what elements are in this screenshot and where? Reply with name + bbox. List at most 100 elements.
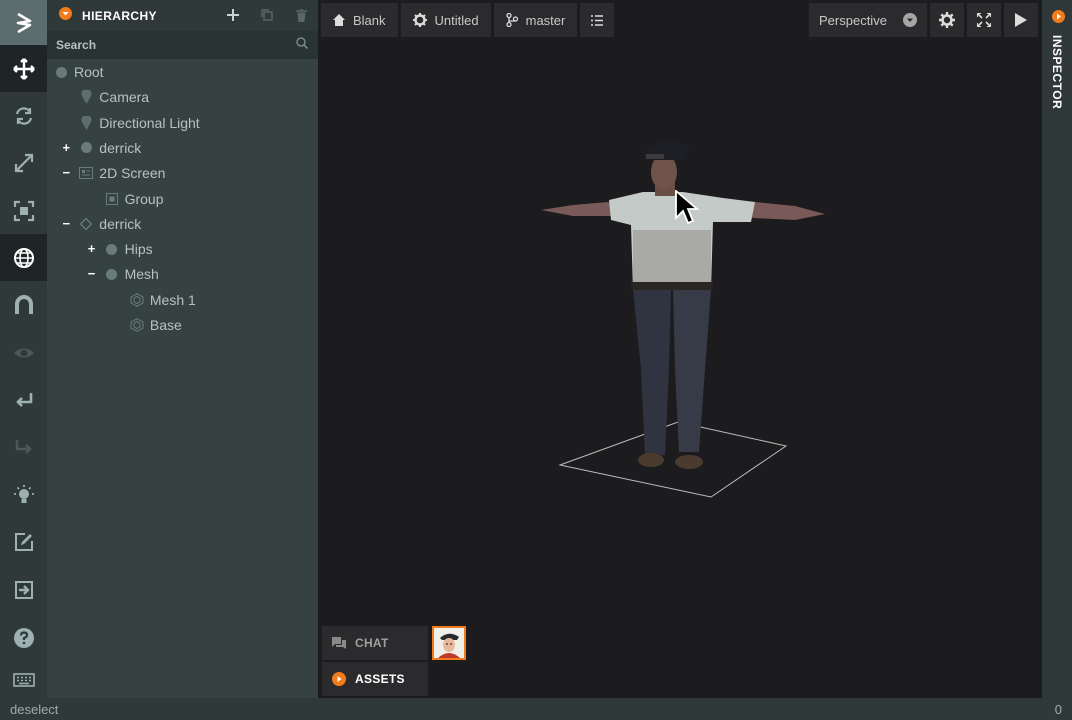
launch-button[interactable] — [1004, 3, 1038, 37]
group-icon-icon — [105, 192, 119, 206]
expand-icon[interactable]: + — [86, 242, 98, 255]
undo-icon[interactable] — [0, 376, 47, 423]
light-pin-icon — [79, 115, 93, 130]
tree-item-label: derrick — [99, 139, 142, 156]
tree-item[interactable]: Directional Light — [47, 111, 318, 136]
hierarchy-search — [47, 31, 318, 59]
search-icon[interactable] — [296, 36, 309, 54]
settings-icon — [939, 12, 955, 28]
right-arm — [743, 202, 825, 220]
scene-label: Untitled — [434, 12, 479, 28]
mouse-cursor-icon — [675, 190, 699, 225]
left-leg — [633, 290, 671, 455]
list-icon — [591, 14, 604, 26]
status-text: deselect — [10, 701, 59, 717]
tree-item[interactable]: − derrick — [47, 212, 318, 237]
tree-item-label: Mesh — [124, 266, 159, 283]
publish-icon[interactable] — [0, 566, 47, 613]
tree-item-label: Group — [124, 190, 164, 207]
add-entity-icon[interactable] — [216, 9, 250, 22]
project-button[interactable]: Blank — [321, 3, 398, 37]
tree-item-label: Root — [74, 64, 104, 80]
tree-item-label: Mesh 1 — [149, 291, 196, 308]
left-toolbar — [0, 0, 47, 698]
branch-label: master — [525, 12, 566, 28]
hierarchy-panel: HIERARCHY Root CameraDirectional Light + de… — [47, 0, 318, 698]
redo-icon[interactable] — [0, 423, 47, 470]
duplicate-entity-icon[interactable] — [250, 9, 284, 22]
tree-item[interactable]: − Mesh — [47, 262, 318, 287]
scene-list-button[interactable] — [580, 3, 615, 37]
tree-item-label: 2D Screen — [99, 165, 166, 182]
assets-tab[interactable]: ASSETS — [322, 662, 428, 696]
edit-icon[interactable] — [0, 518, 47, 565]
tree-item-label: Hips — [124, 241, 153, 258]
light-icon[interactable] — [0, 471, 47, 518]
camera-pin-icon — [79, 90, 93, 105]
rotate-icon[interactable] — [0, 92, 47, 139]
model-icon-icon — [79, 217, 93, 231]
mesh-icon-icon — [130, 292, 144, 307]
collapse-icon[interactable]: − — [60, 217, 72, 230]
camera-select[interactable]: Perspective — [809, 3, 927, 37]
tree-item[interactable]: Root — [47, 60, 318, 85]
character-model[interactable] — [533, 130, 833, 505]
entity-dot-icon — [79, 141, 93, 155]
hierarchy-title: HIERARCHY — [82, 8, 157, 23]
move-icon[interactable] — [0, 45, 47, 92]
entity-dot-icon — [105, 242, 119, 256]
hierarchy-header: HIERARCHY — [47, 0, 318, 31]
chat-icon — [332, 636, 346, 649]
chat-tab[interactable]: CHAT — [322, 626, 428, 660]
collapse-icon[interactable]: − — [60, 166, 72, 179]
branch-button[interactable]: master — [493, 3, 578, 37]
play-icon — [1015, 13, 1027, 27]
collapse-panel-icon[interactable] — [59, 6, 72, 25]
chevron-down-icon — [903, 13, 917, 27]
ground-plane — [558, 421, 788, 498]
magnet-icon[interactable] — [0, 281, 47, 328]
settings-button[interactable] — [930, 3, 964, 37]
assets-label: ASSETS — [355, 672, 405, 686]
delete-entity-icon[interactable] — [284, 9, 318, 22]
tree-item-label: Base — [149, 317, 182, 333]
editor-app: HIERARCHY Root CameraDirectional Light + de… — [0, 0, 1072, 720]
tree-item[interactable]: + derrick — [47, 136, 318, 161]
tree-item[interactable]: Mesh 1 — [47, 288, 318, 313]
screen-icon-icon — [79, 166, 94, 180]
viewport-3d[interactable]: Blank Untitled master Perspective CHAT A… — [318, 0, 1042, 698]
expand-arrow-icon — [332, 672, 346, 686]
search-input[interactable] — [56, 38, 296, 52]
tree-item[interactable]: Group — [47, 187, 318, 212]
mesh-icon-icon — [130, 318, 144, 332]
tree-item[interactable]: − 2D Screen — [47, 161, 318, 186]
tree-item[interactable]: Base — [47, 313, 318, 338]
gear-icon — [412, 13, 427, 27]
logo-icon[interactable] — [0, 0, 47, 45]
chat-label: CHAT — [355, 636, 389, 650]
inspector-panel[interactable]: INSPECTOR — [1042, 0, 1072, 698]
status-count: 0 — [1054, 701, 1062, 717]
home-icon — [333, 14, 345, 26]
keyboard-icon[interactable] — [0, 661, 47, 698]
scene-button[interactable]: Untitled — [400, 3, 491, 37]
resize-icon[interactable] — [0, 187, 47, 234]
world-icon[interactable] — [0, 234, 47, 281]
viewport-topbar: Blank Untitled master — [321, 3, 615, 37]
help-icon[interactable] — [0, 614, 47, 661]
entity-dot-icon — [54, 65, 68, 79]
status-bar: deselect 0 — [0, 698, 1072, 720]
eye-icon[interactable] — [0, 329, 47, 376]
avatar[interactable] — [432, 626, 466, 660]
tree-item[interactable]: Camera — [47, 85, 318, 110]
expand-icon[interactable]: + — [60, 141, 72, 154]
collapse-icon[interactable]: − — [86, 267, 98, 280]
scale-icon[interactable] — [0, 139, 47, 186]
entity-dot-icon — [105, 267, 119, 281]
expand-inspector-icon[interactable] — [1052, 10, 1065, 23]
tree-item[interactable]: + Hips — [47, 237, 318, 262]
bottom-panel-tabs: CHAT ASSETS — [322, 626, 428, 698]
fullscreen-button[interactable] — [967, 3, 1001, 37]
camera-label: Perspective — [819, 12, 887, 28]
left-arm — [541, 202, 618, 216]
